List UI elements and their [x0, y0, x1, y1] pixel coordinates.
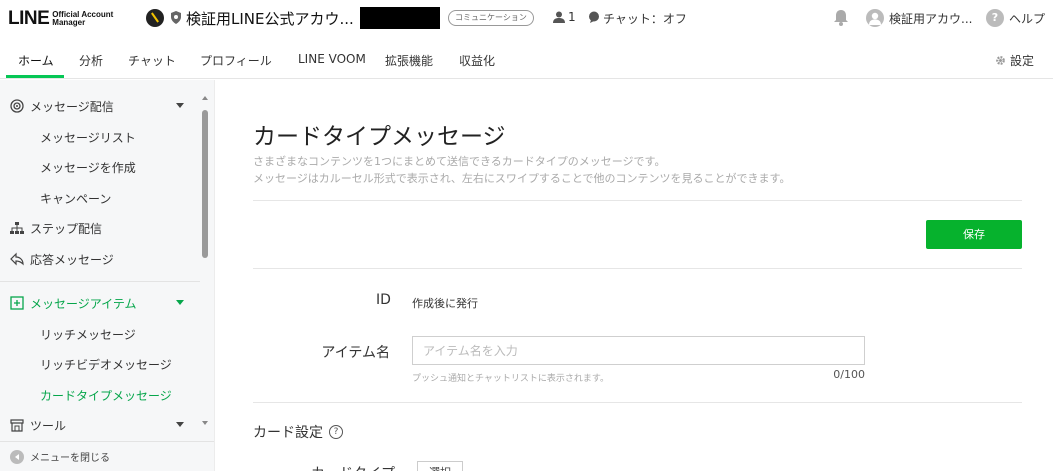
top-header: LINE Official Account Manager 検証用LINE公式ア…	[0, 0, 1053, 36]
chevron-down-icon	[176, 422, 184, 427]
shield-icon	[171, 11, 181, 24]
help-icon[interactable]: ?	[986, 9, 1004, 27]
page-description-line1: さまざまなコンテンツを1つにまとめて送信できるカードタイプのメッセージです。	[253, 155, 666, 168]
sidebar-auto-reply[interactable]: 応答メッセージ	[0, 245, 200, 273]
card-settings-label: カード設定	[253, 425, 323, 441]
user-avatar-icon[interactable]	[866, 9, 884, 27]
sidebar: メッセージ配信 メッセージリスト メッセージを作成 キャンペーン ステップ配信 …	[0, 80, 215, 471]
sidebar-message-items[interactable]: メッセージアイテム	[0, 289, 200, 317]
scroll-down-arrow-icon[interactable]	[202, 421, 208, 425]
bell-icon[interactable]	[833, 9, 849, 26]
nav-monetization[interactable]: 収益化	[459, 52, 495, 69]
nav-active-indicator	[6, 75, 64, 78]
chevron-down-icon	[176, 300, 184, 305]
sidebar-scrollbar-thumb[interactable]	[202, 110, 208, 258]
sidebar-message-delivery[interactable]: メッセージ配信	[0, 92, 200, 120]
collapse-arrow-icon	[10, 449, 24, 464]
sidebar-divider	[0, 281, 200, 282]
sidebar-tools[interactable]: ツール	[0, 411, 200, 439]
account-name[interactable]: 検証用LINE公式アカウ...	[186, 8, 354, 29]
sidebar-item-campaign[interactable]: キャンペーン	[0, 184, 200, 212]
item-name-counter: 0/100	[833, 368, 865, 381]
nav-line-voom[interactable]: LINE VOOM	[298, 52, 366, 66]
user-silhouette-icon	[869, 12, 881, 25]
card-type-label: カードタイプ	[311, 463, 395, 471]
sidebar-item-message-list[interactable]: メッセージリスト	[0, 123, 200, 151]
nav-extensions[interactable]: 拡張機能	[385, 52, 433, 69]
page-description-line2: メッセージはカルーセル形式で表示され、左右にスワイプすることで他のコンテンツを見…	[253, 172, 791, 185]
nav-chat[interactable]: チャット	[128, 52, 176, 69]
sidebar-item-card-type-message[interactable]: カードタイプメッセージ	[0, 381, 200, 409]
nav-home[interactable]: ホーム	[18, 52, 54, 69]
chat-bubble-icon	[589, 11, 599, 23]
close-menu-button[interactable]: メニューを閉じる	[0, 441, 214, 471]
logo-subtext-line2: Manager	[52, 18, 86, 27]
card-type-select-button[interactable]: 選択	[417, 461, 463, 471]
divider	[253, 268, 1022, 269]
redacted-account-id	[360, 7, 440, 29]
add-item-icon	[10, 296, 24, 310]
sidebar-tools-label: ツール	[30, 418, 67, 433]
broadcast-icon	[10, 99, 24, 113]
friend-count: 1	[568, 10, 576, 24]
help-circle-icon[interactable]: ?	[329, 425, 343, 439]
line-oa-manager-logo[interactable]: LINE Official Account Manager	[8, 8, 113, 30]
plan-badge: コミュニケーション	[448, 10, 534, 26]
sidebar-step-delivery[interactable]: ステップ配信	[0, 214, 200, 242]
sidebar-item-rich-message[interactable]: リッチメッセージ	[0, 320, 200, 348]
divider	[253, 402, 1022, 403]
item-name-label: アイテム名	[321, 345, 390, 361]
id-value: 作成後に発行	[412, 297, 478, 310]
main-nav: ホーム 分析 チャット プロフィール LINE VOOM 拡張機能 収益化 設定	[0, 44, 1053, 79]
page-description: さまざまなコンテンツを1つにまとめて送信できるカードタイプのメッセージです。 メ…	[253, 153, 790, 187]
divider	[253, 200, 1022, 201]
save-button[interactable]: 保存	[926, 220, 1022, 249]
close-menu-label: メニューを閉じる	[30, 453, 110, 464]
chevron-down-icon	[176, 103, 184, 108]
sidebar-step-delivery-label: ステップ配信	[30, 221, 103, 236]
item-name-input[interactable]	[412, 336, 865, 365]
user-name[interactable]: 検証用アカウ...	[889, 10, 972, 27]
settings-link[interactable]: 設定	[995, 52, 1034, 69]
logo-text: LINE	[8, 8, 50, 29]
id-label: ID	[376, 292, 391, 308]
sidebar-item-rich-video-message[interactable]: リッチビデオメッセージ	[0, 350, 200, 378]
sidebar-message-delivery-label: メッセージ配信	[30, 99, 114, 114]
logo-subtext: Official Account Manager	[52, 11, 113, 27]
sidebar-message-items-label: メッセージアイテム	[30, 296, 137, 311]
help-link[interactable]: ヘルプ	[1009, 10, 1045, 27]
page-title: カードタイプメッセージ	[253, 124, 506, 150]
friend-icon	[553, 11, 565, 23]
card-settings-title: カード設定 ?	[253, 422, 343, 442]
chat-status[interactable]: チャット：オフ	[603, 10, 687, 27]
reply-icon	[10, 252, 24, 266]
hierarchy-icon	[10, 222, 24, 234]
nav-profile[interactable]: プロフィール	[200, 52, 272, 69]
item-name-hint: プッシュ通知とチャットリストに表示されます。	[412, 374, 610, 384]
store-icon	[10, 419, 24, 432]
settings-label: 設定	[1010, 54, 1035, 68]
sidebar-item-create-message[interactable]: メッセージを作成	[0, 153, 200, 181]
scroll-up-arrow-icon[interactable]	[202, 96, 208, 100]
main-content: カードタイプメッセージ さまざまなコンテンツを1つにまとめて送信できるカードタイ…	[216, 80, 1053, 471]
sidebar-auto-reply-label: 応答メッセージ	[30, 252, 114, 267]
account-avatar[interactable]	[146, 9, 164, 27]
nav-analytics[interactable]: 分析	[79, 52, 103, 69]
gear-icon	[996, 56, 1005, 65]
